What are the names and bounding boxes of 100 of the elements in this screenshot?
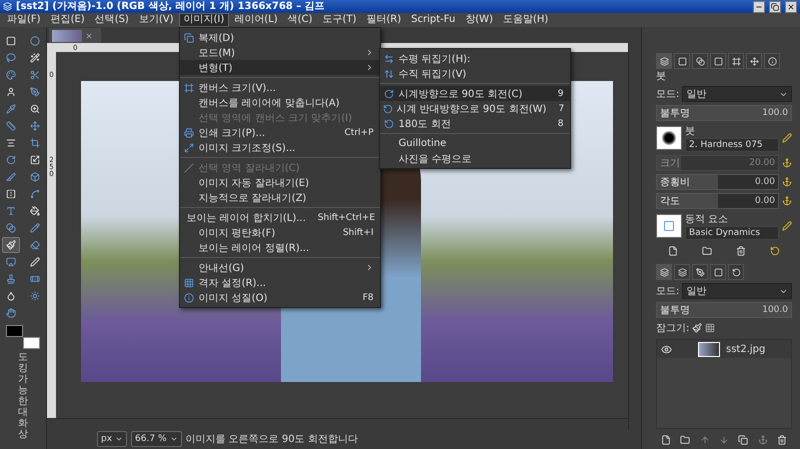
- horizontal-scrollbar[interactable]: [47, 418, 628, 429]
- dock-tab[interactable]: [656, 264, 672, 280]
- menu-item[interactable]: 변형(T): [180, 60, 380, 75]
- opacity-slider[interactable]: 불투명 100.0: [656, 302, 792, 318]
- dock-tab[interactable]: [674, 53, 690, 69]
- menu-item[interactable]: 수직 뒤집기(V): [380, 66, 570, 81]
- close-button[interactable]: [785, 0, 797, 12]
- minimize-button[interactable]: [753, 0, 765, 12]
- dynamics-field[interactable]: Basic Dynamics: [685, 226, 779, 240]
- lock-label: 잠그기:: [656, 322, 690, 335]
- menu-item[interactable]: 선택(S): [90, 13, 134, 27]
- menu-item[interactable]: 보이는 레이어 합치기(L)... Shift+Ctrl+E: [180, 210, 380, 225]
- rotate-icon: [384, 118, 394, 128]
- paintbrush-icon: [6, 240, 16, 250]
- menu-item[interactable]: 안내선(G): [180, 260, 380, 275]
- slider[interactable]: 종횡비 0.00: [656, 174, 779, 190]
- close-icon: [787, 2, 795, 10]
- layers-tab-icon: [660, 268, 668, 276]
- horizontal-arrows-icon: [384, 54, 394, 64]
- menu-item[interactable]: Guillotine: [380, 136, 570, 151]
- slider-label: 불투명: [660, 107, 690, 120]
- dynamics-preview[interactable]: [656, 214, 682, 238]
- dock-tab[interactable]: [692, 53, 708, 69]
- eyedropper-icon: [6, 104, 16, 114]
- menu-item[interactable]: 이미지 자동 잘라내기(E): [180, 175, 380, 190]
- dock-tab[interactable]: [728, 264, 744, 280]
- zoom-dropdown[interactable]: 66.7 %: [131, 431, 182, 447]
- menu-item[interactable]: 보기(V): [134, 13, 178, 27]
- pen-tool-icon: [30, 87, 40, 97]
- menu-item[interactable]: 인쇄 크기(P)... Ctrl+P: [180, 125, 380, 140]
- visibility-toggle[interactable]: [661, 344, 672, 354]
- menu-item[interactable]: 도구(T): [317, 13, 362, 27]
- background-color-swatch[interactable]: [23, 337, 40, 349]
- menu-item[interactable]: 수평 뒤집기(H):: [380, 51, 570, 66]
- dock-tab[interactable]: [692, 264, 708, 280]
- droplet-icon: [6, 291, 16, 301]
- menu-item[interactable]: 이미지 크기조정(S)...: [180, 140, 380, 155]
- dock-tab[interactable]: [764, 53, 780, 69]
- scissors-icon: [30, 70, 40, 80]
- caret-icon: [170, 435, 178, 443]
- menu-item[interactable]: 캔버스를 레이어에 맞춥니다(A): [180, 95, 380, 110]
- menu-item[interactable]: 시계방향으로 90도 회전(C) 9: [380, 86, 570, 101]
- menu-item[interactable]: 편집(E): [46, 13, 90, 27]
- dock-tab[interactable]: [674, 264, 690, 280]
- mode-dropdown[interactable]: 일반: [682, 86, 792, 102]
- printer-icon: [184, 128, 194, 138]
- ruler-icon: [6, 121, 16, 131]
- copy-icon: [184, 32, 194, 42]
- align-icon: [6, 138, 16, 148]
- opacity-slider[interactable]: 불투명 100.0: [656, 105, 792, 121]
- dock-tab[interactable]: [746, 53, 762, 69]
- brush-dot-icon: [662, 131, 676, 145]
- image-tab[interactable]: [49, 28, 101, 43]
- anchor-icon: [758, 435, 768, 445]
- brush-preview[interactable]: [656, 126, 682, 150]
- curve-icon: [30, 189, 40, 199]
- menu-item[interactable]: 이미지(I): [178, 13, 230, 27]
- foreground-color-swatch[interactable]: [6, 325, 23, 337]
- rectangle-select-icon: [6, 36, 16, 46]
- slider-value: 100.0: [762, 108, 788, 118]
- menu-item[interactable]: 180도 회전 8: [380, 116, 570, 131]
- menu-item[interactable]: 보이는 레이어 정렬(R)...: [180, 240, 380, 255]
- brush-label: 붓: [685, 125, 696, 138]
- menu-item[interactable]: 창(W): [460, 13, 498, 27]
- brush-name-field[interactable]: 2. Hardness 075: [685, 138, 779, 152]
- layer-row[interactable]: sst2.jpg: [657, 340, 791, 358]
- menu-item[interactable]: 도움말(H): [498, 13, 554, 27]
- menu-item[interactable]: 레이어(L): [229, 13, 283, 27]
- folder-icon: [680, 435, 690, 445]
- pencil-icon: [30, 223, 40, 233]
- menu-item[interactable]: 이미지 평탄화(F) Shift+I: [180, 225, 380, 240]
- image-thumbnail: [52, 30, 82, 42]
- menu-item[interactable]: 격자 설정(R)...: [180, 275, 380, 290]
- dock-tab[interactable]: [710, 53, 726, 69]
- menu-item[interactable]: 시계 반대방향으로 90도 회전(W) 7: [380, 101, 570, 116]
- menu-item[interactable]: 이미지 성질(O) F8: [180, 290, 380, 305]
- menu-item[interactable]: 필터(R): [361, 13, 406, 27]
- menu-item[interactable]: 캔버스 크기(V)...: [180, 80, 380, 95]
- slider-value: 20.00: [749, 158, 775, 168]
- slider[interactable]: 각도 0.00: [656, 193, 779, 209]
- tool-button[interactable]: [2, 237, 20, 253]
- menu-item[interactable]: 지능적으로 잘라내기(Z): [180, 190, 380, 205]
- rotate-icon: [382, 104, 392, 114]
- dock-tab[interactable]: [728, 53, 744, 69]
- menu-item[interactable]: 사진을 수평으로: [380, 151, 570, 166]
- maximize-button[interactable]: [769, 0, 781, 12]
- menu-item[interactable]: Script-Fu: [406, 13, 460, 27]
- mode-dropdown[interactable]: 일반: [682, 283, 792, 299]
- dock-tab[interactable]: [710, 264, 726, 280]
- slider-label: 종횡비: [660, 176, 690, 189]
- alpha-lock-icon: [705, 323, 716, 333]
- menu-item[interactable]: 파일(F): [2, 13, 46, 27]
- menu-item[interactable]: 색(C): [282, 13, 318, 27]
- unit-dropdown[interactable]: px: [97, 431, 128, 447]
- bandage-icon: [30, 274, 40, 284]
- scale-icon: [30, 155, 40, 165]
- menu-item[interactable]: 모드(M): [180, 45, 380, 60]
- duplicate-icon: [738, 435, 748, 445]
- dock-tab[interactable]: [656, 53, 672, 69]
- app-icon: [3, 2, 12, 11]
